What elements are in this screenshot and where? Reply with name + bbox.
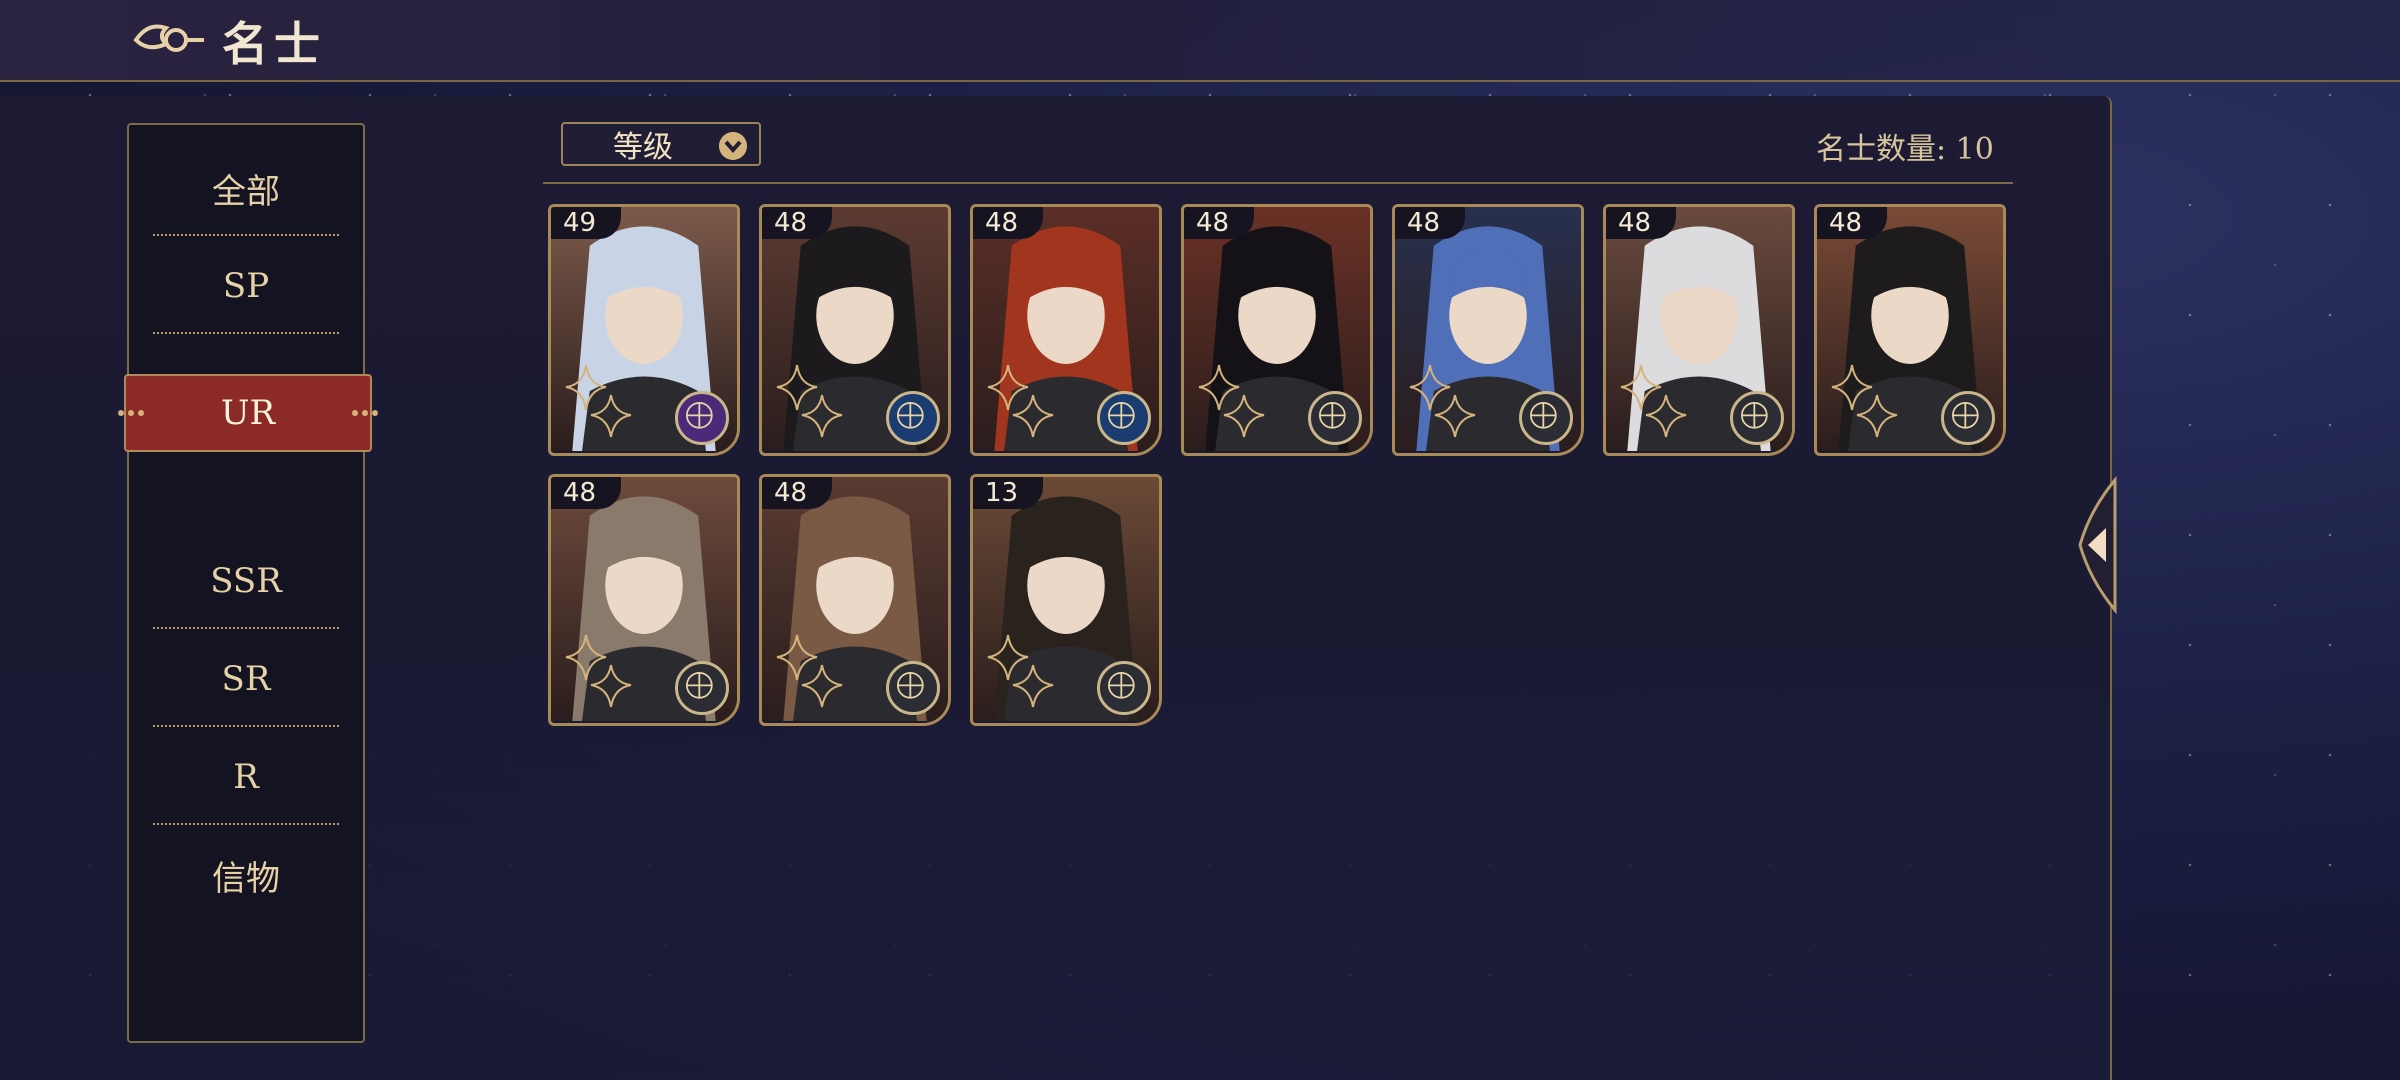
level-badge: 49: [551, 207, 621, 239]
compass-icon: [886, 661, 940, 715]
filter-all[interactable]: 全部: [129, 140, 363, 236]
filter-ssr[interactable]: SSR: [129, 533, 363, 629]
hero-card[interactable]: 48: [1603, 204, 1795, 456]
sparkle-icon: [776, 364, 843, 438]
sparkle-icon: [1831, 364, 1898, 438]
ornament-icon: [352, 410, 378, 416]
sparkle-icon: [1409, 364, 1476, 438]
level-badge: 48: [1395, 207, 1465, 239]
sort-label: 等级: [613, 130, 673, 165]
sparkle-icon: [1198, 364, 1265, 438]
level-badge: 48: [551, 477, 621, 509]
compass-icon: [1097, 661, 1151, 715]
purple-orb-icon: [675, 391, 729, 445]
header-bar: 名士: [0, 0, 2400, 82]
level-badge: 48: [762, 207, 832, 239]
filter-sp-label: SP: [222, 266, 270, 306]
blue-orb-icon: [886, 391, 940, 445]
ornament-icon: [118, 410, 144, 416]
filter-sr-label: SR: [221, 659, 271, 699]
collapse-arrow-icon[interactable]: [2070, 470, 2120, 620]
compass-icon: [1519, 391, 1573, 445]
rarity-filter-sidebar: 全部 SP UR SSR SR R 信物: [118, 123, 378, 1043]
hero-card[interactable]: 48: [970, 204, 1162, 456]
divider: [153, 234, 339, 236]
level-badge: 48: [1606, 207, 1676, 239]
filter-ur-label: UR: [220, 393, 276, 433]
hero-card[interactable]: 48: [1181, 204, 1373, 456]
filter-keepsake-label: 信物: [212, 858, 280, 899]
divider: [153, 823, 339, 825]
filter-all-label: 全部: [212, 171, 280, 212]
divider: [153, 725, 339, 727]
compass-icon: [1730, 391, 1784, 445]
level-badge: 48: [1817, 207, 1887, 239]
filter-r[interactable]: R: [129, 729, 363, 825]
hero-card[interactable]: 13: [970, 474, 1162, 726]
page-title: 名士: [222, 17, 326, 71]
level-badge: 48: [762, 477, 832, 509]
divider: [543, 182, 2013, 184]
filter-sp[interactable]: SP: [129, 238, 363, 334]
level-badge: 48: [1184, 207, 1254, 239]
filter-sr[interactable]: SR: [129, 631, 363, 727]
sparkle-icon: [987, 634, 1054, 708]
chevron-down-icon: [719, 132, 747, 160]
blue-orb-icon: [1097, 391, 1151, 445]
divider: [153, 627, 339, 629]
filter-keepsake[interactable]: 信物: [129, 827, 363, 923]
hero-card[interactable]: 48: [759, 204, 951, 456]
level-badge: 13: [973, 477, 1043, 509]
hero-card[interactable]: 49: [548, 204, 740, 456]
sort-dropdown[interactable]: 等级: [561, 122, 761, 166]
sparkle-icon: [987, 364, 1054, 438]
compass-icon: [675, 661, 729, 715]
hero-count: 名士数量: 10: [1816, 132, 1994, 167]
hero-card[interactable]: 48: [1814, 204, 2006, 456]
sparkle-icon: [565, 364, 632, 438]
sparkle-icon: [565, 634, 632, 708]
hero-card[interactable]: 48: [548, 474, 740, 726]
filter-r-label: R: [233, 757, 259, 797]
level-badge: 48: [973, 207, 1043, 239]
sparkle-icon: [776, 634, 843, 708]
compass-icon: [1308, 391, 1362, 445]
filter-ssr-label: SSR: [210, 561, 282, 601]
cloud-back-icon[interactable]: [128, 16, 208, 64]
sparkle-icon: [1620, 364, 1687, 438]
compass-icon: [1941, 391, 1995, 445]
hero-card[interactable]: 48: [1392, 204, 1584, 456]
divider: [153, 332, 339, 334]
filter-ur[interactable]: UR: [118, 374, 378, 452]
hero-card[interactable]: 48: [759, 474, 951, 726]
